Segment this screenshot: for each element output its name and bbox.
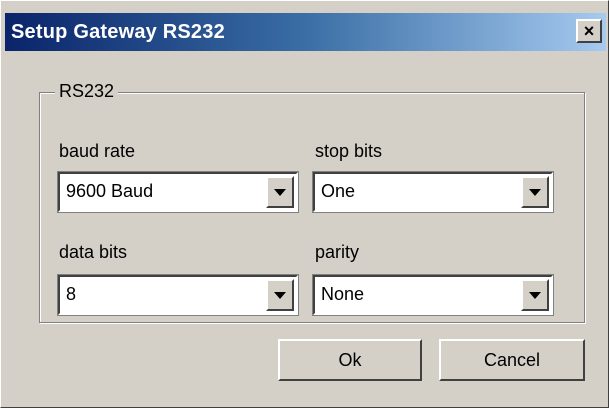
data-bits-label: data bits xyxy=(59,242,128,262)
title-bar[interactable]: Setup Gateway RS232 × xyxy=(5,13,606,51)
stop-bits-select[interactable]: One xyxy=(312,171,554,213)
close-icon: × xyxy=(583,21,595,41)
stop-bits-value: One xyxy=(321,181,356,201)
setup-dialog: Setup Gateway RS232 × RS232 baud rate 96… xyxy=(0,0,609,408)
baud-rate-dropdown-button[interactable] xyxy=(266,176,294,208)
parity-value: None xyxy=(321,284,365,304)
baud-rate-value: 9600 Baud xyxy=(66,181,154,201)
stop-bits-dropdown-button[interactable] xyxy=(521,176,549,208)
cancel-button[interactable]: Cancel xyxy=(439,339,585,381)
chevron-down-icon xyxy=(274,291,286,299)
ok-button[interactable]: Ok xyxy=(278,339,422,381)
parity-select[interactable]: None xyxy=(312,274,554,316)
chevron-down-icon xyxy=(529,188,541,196)
chevron-down-icon xyxy=(529,291,541,299)
stop-bits-label: stop bits xyxy=(315,141,383,161)
baud-rate-select[interactable]: 9600 Baud xyxy=(57,171,299,213)
data-bits-select[interactable]: 8 xyxy=(57,274,299,316)
parity-dropdown-button[interactable] xyxy=(521,279,549,311)
parity-label: parity xyxy=(315,242,360,262)
data-bits-value: 8 xyxy=(66,284,77,304)
baud-rate-label: baud rate xyxy=(59,141,136,161)
data-bits-dropdown-button[interactable] xyxy=(266,279,294,311)
window-title: Setup Gateway RS232 xyxy=(11,21,225,43)
groupbox-label: RS232 xyxy=(55,81,119,102)
close-button[interactable]: × xyxy=(576,19,602,43)
chevron-down-icon xyxy=(274,188,286,196)
